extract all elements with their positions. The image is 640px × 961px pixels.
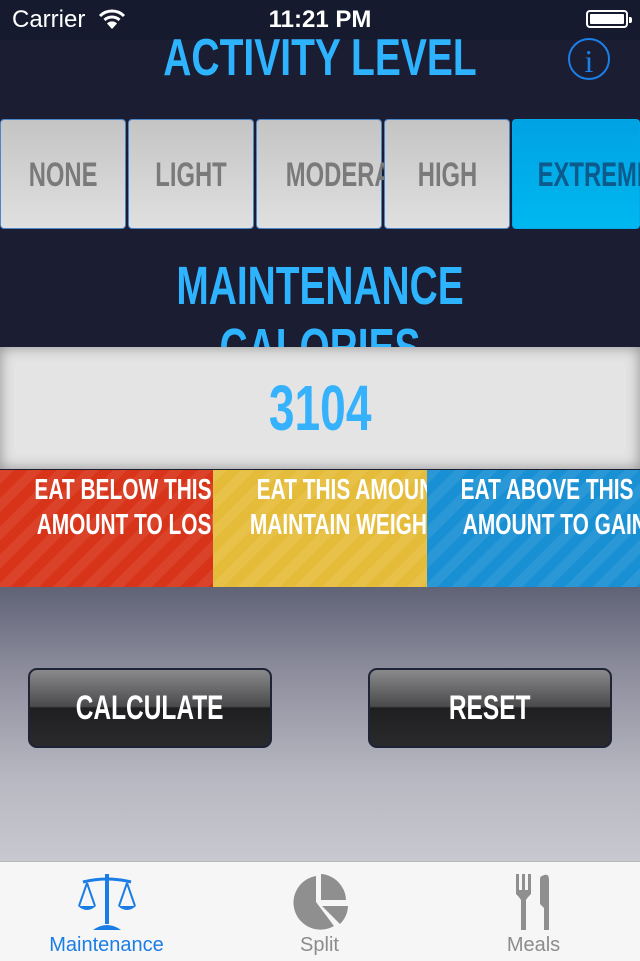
activity-none-button[interactable]: NONE (0, 119, 126, 229)
info-icon[interactable]: i (568, 38, 610, 80)
advice-maintain-line2: MAINTAIN WEIGHT (249, 509, 440, 541)
advice-gain-line2: AMOUNT TO GAIN (462, 509, 640, 541)
advice-lose: EAT BELOW THIS AMOUNT TO LOSE (0, 470, 225, 587)
activity-level-title: ACTIVITY LEVEL (163, 29, 477, 87)
tab-split-label: Split (300, 934, 339, 956)
activity-moderate-button[interactable]: MODERATE (256, 119, 420, 229)
activity-extreme-button[interactable]: EXTREME (512, 119, 640, 229)
reset-label: RESET (449, 689, 531, 727)
calculate-label: CALCULATE (76, 689, 224, 727)
advice-maintain: EAT THIS AMOUNT TO MAINTAIN WEIGHT (213, 470, 481, 587)
scales-icon (77, 874, 136, 930)
tab-meals[interactable]: Meals (427, 862, 640, 961)
tab-meals-label: Meals (506, 934, 561, 956)
tab-maintenance-label: Maintenance (49, 934, 164, 956)
calorie-value: 3104 (0, 347, 640, 469)
advice-lose-line1: EAT BELOW THIS (34, 474, 212, 506)
advice-gain: EAT ABOVE THIS AMOUNT TO GAIN (427, 470, 640, 587)
activity-extreme-label: EXTREME (537, 156, 640, 194)
pie-chart-icon (292, 874, 348, 930)
activity-light-button[interactable]: LIGHT (128, 119, 254, 229)
activity-high-button[interactable]: HIGH (384, 119, 510, 229)
battery-icon (586, 10, 632, 28)
calculate-button[interactable]: CALCULATE (28, 668, 272, 748)
calorie-display: 3104 (0, 347, 640, 469)
tab-split[interactable]: Split (213, 862, 426, 961)
activity-level-selector: NONE LIGHT MODERATE HIGH EXTREME (0, 119, 640, 229)
activity-none-label: NONE (28, 156, 98, 194)
advice-row: EAT BELOW THIS AMOUNT TO LOSE EAT THIS A… (0, 470, 640, 587)
action-area: CALCULATE RESET (0, 587, 640, 861)
advice-lose-line2: AMOUNT TO LOSE (36, 509, 226, 541)
tab-bar: Maintenance Split Meals (0, 861, 640, 961)
activity-light-label: LIGHT (155, 156, 227, 194)
info-glyph: i (584, 43, 594, 79)
advice-gain-line1: EAT ABOVE THIS (460, 474, 634, 506)
fork-knife-icon (515, 874, 549, 930)
activity-high-label: HIGH (417, 156, 477, 194)
tab-maintenance[interactable]: Maintenance (0, 862, 213, 961)
calorie-value-text: 3104 (268, 372, 372, 444)
reset-button[interactable]: RESET (368, 668, 612, 748)
